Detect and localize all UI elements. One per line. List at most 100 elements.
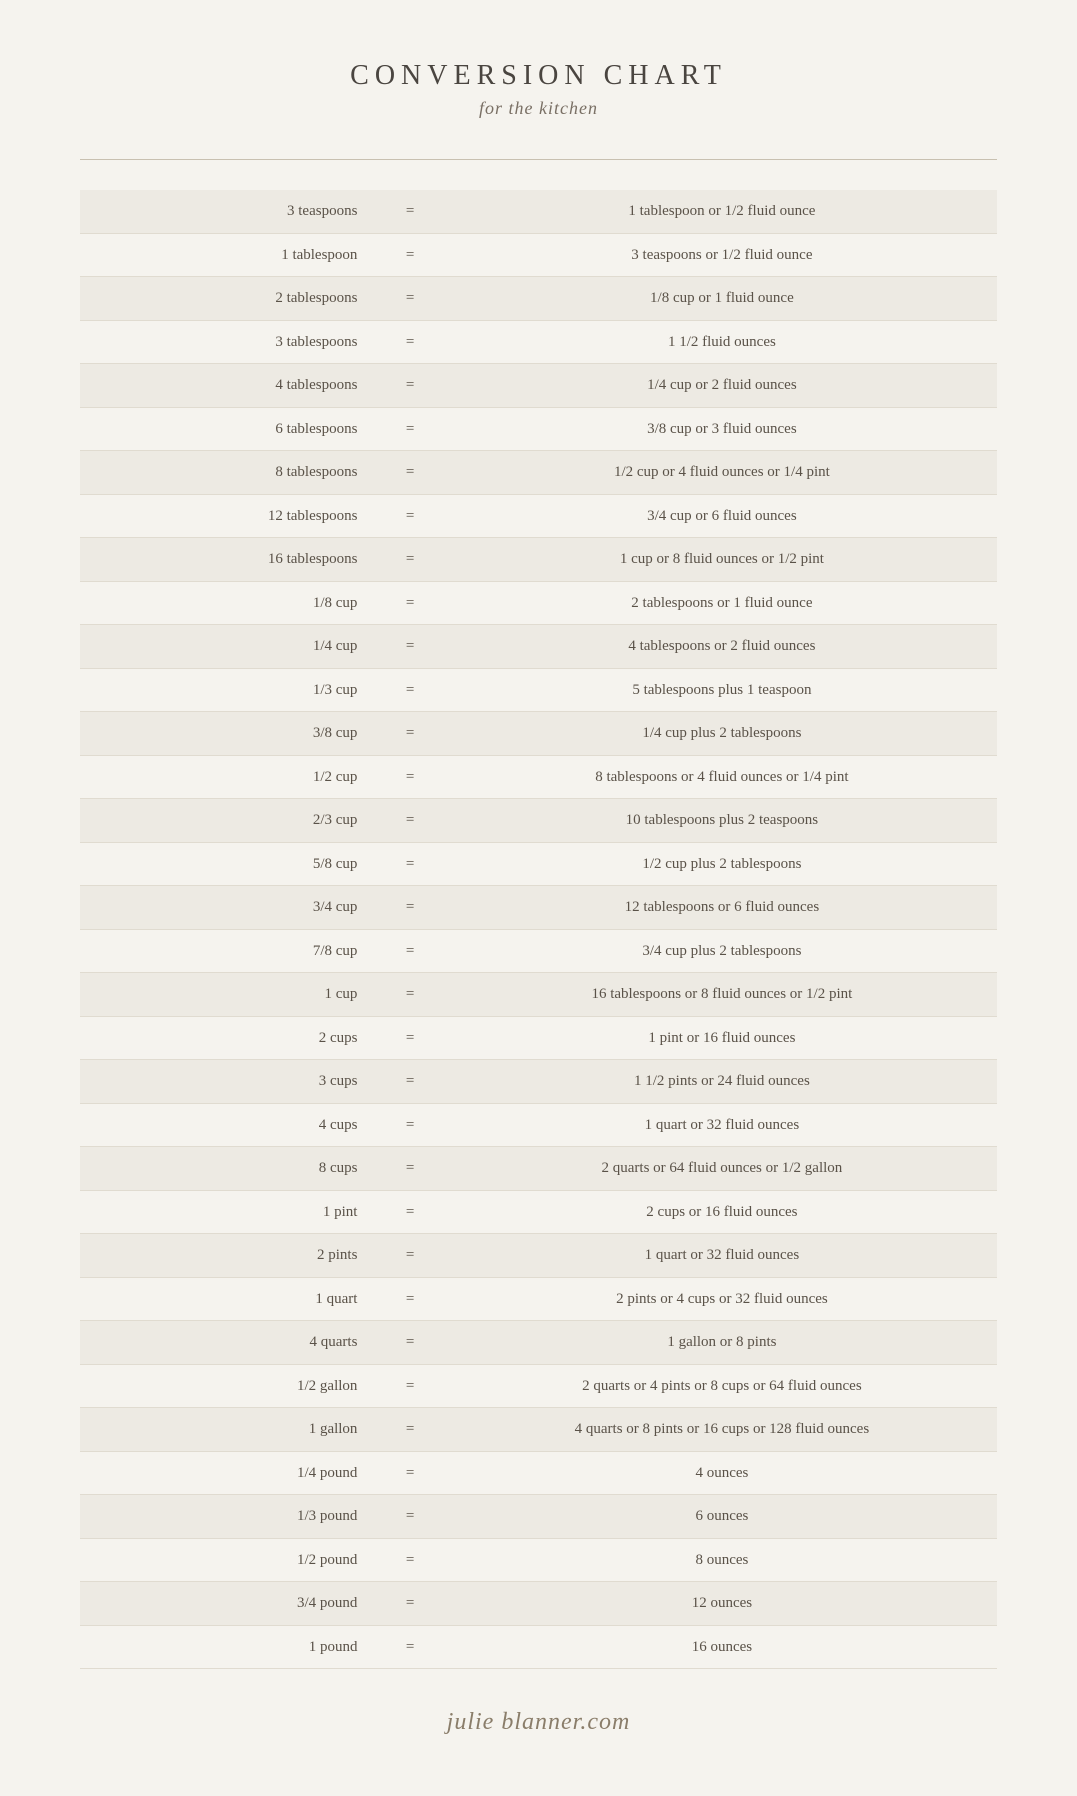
table-row: 2 cups=1 pint or 16 fluid ounces	[80, 1016, 997, 1060]
cell-equals: =	[373, 886, 446, 930]
cell-right: 4 quarts or 8 pints or 16 cups or 128 fl…	[447, 1408, 997, 1452]
table-row: 1/2 gallon=2 quarts or 4 pints or 8 cups…	[80, 1364, 997, 1408]
cell-equals: =	[373, 755, 446, 799]
table-row: 1/4 cup=4 tablespoons or 2 fluid ounces	[80, 625, 997, 669]
table-row: 3 cups=1 1/2 pints or 24 fluid ounces	[80, 1060, 997, 1104]
cell-right: 4 ounces	[447, 1451, 997, 1495]
cell-right: 4 tablespoons or 2 fluid ounces	[447, 625, 997, 669]
cell-right: 1 quart or 32 fluid ounces	[447, 1103, 997, 1147]
cell-left: 1 tablespoon	[80, 233, 373, 277]
cell-equals: =	[373, 407, 446, 451]
table-row: 1 quart=2 pints or 4 cups or 32 fluid ou…	[80, 1277, 997, 1321]
cell-right: 1 cup or 8 fluid ounces or 1/2 pint	[447, 538, 997, 582]
table-row: 1 pint=2 cups or 16 fluid ounces	[80, 1190, 997, 1234]
table-row: 1/3 cup=5 tablespoons plus 1 teaspoon	[80, 668, 997, 712]
cell-equals: =	[373, 842, 446, 886]
cell-equals: =	[373, 1451, 446, 1495]
cell-left: 1/2 pound	[80, 1538, 373, 1582]
table-row: 3 tablespoons=1 1/2 fluid ounces	[80, 320, 997, 364]
table-row: 1/3 pound=6 ounces	[80, 1495, 997, 1539]
cell-equals: =	[373, 1321, 446, 1365]
table-row: 12 tablespoons=3/4 cup or 6 fluid ounces	[80, 494, 997, 538]
cell-right: 1/2 cup plus 2 tablespoons	[447, 842, 997, 886]
cell-right: 1 tablespoon or 1/2 fluid ounce	[447, 190, 997, 233]
cell-left: 3 teaspoons	[80, 190, 373, 233]
cell-right: 2 cups or 16 fluid ounces	[447, 1190, 997, 1234]
cell-left: 8 cups	[80, 1147, 373, 1191]
cell-left: 2 pints	[80, 1234, 373, 1278]
conversion-table: 3 teaspoons=1 tablespoon or 1/2 fluid ou…	[80, 190, 997, 1669]
table-row: 2 pints=1 quart or 32 fluid ounces	[80, 1234, 997, 1278]
table-row: 3/4 pound=12 ounces	[80, 1582, 997, 1626]
table-row: 1/2 pound=8 ounces	[80, 1538, 997, 1582]
cell-right: 16 ounces	[447, 1625, 997, 1669]
cell-equals: =	[373, 233, 446, 277]
cell-equals: =	[373, 364, 446, 408]
footer: julie blanner.com	[80, 1709, 997, 1736]
cell-right: 12 tablespoons or 6 fluid ounces	[447, 886, 997, 930]
cell-right: 1/4 cup plus 2 tablespoons	[447, 712, 997, 756]
table-row: 8 tablespoons=1/2 cup or 4 fluid ounces …	[80, 451, 997, 495]
cell-left: 1/2 gallon	[80, 1364, 373, 1408]
cell-equals: =	[373, 538, 446, 582]
table-row: 2 tablespoons=1/8 cup or 1 fluid ounce	[80, 277, 997, 321]
cell-right: 1/8 cup or 1 fluid ounce	[447, 277, 997, 321]
cell-left: 1/2 cup	[80, 755, 373, 799]
cell-left: 2/3 cup	[80, 799, 373, 843]
cell-equals: =	[373, 1190, 446, 1234]
cell-right: 1 pint or 16 fluid ounces	[447, 1016, 997, 1060]
cell-left: 3 cups	[80, 1060, 373, 1104]
subtitle: for the kitchen	[80, 98, 997, 119]
cell-left: 3/4 cup	[80, 886, 373, 930]
cell-equals: =	[373, 277, 446, 321]
cell-left: 3/4 pound	[80, 1582, 373, 1626]
cell-equals: =	[373, 712, 446, 756]
cell-right: 1/2 cup or 4 fluid ounces or 1/4 pint	[447, 451, 997, 495]
cell-equals: =	[373, 929, 446, 973]
cell-equals: =	[373, 1147, 446, 1191]
cell-left: 7/8 cup	[80, 929, 373, 973]
cell-right: 16 tablespoons or 8 fluid ounces or 1/2 …	[447, 973, 997, 1017]
cell-right: 10 tablespoons plus 2 teaspoons	[447, 799, 997, 843]
cell-equals: =	[373, 581, 446, 625]
table-row: 3/8 cup=1/4 cup plus 2 tablespoons	[80, 712, 997, 756]
table-row: 3 teaspoons=1 tablespoon or 1/2 fluid ou…	[80, 190, 997, 233]
cell-right: 3/4 cup plus 2 tablespoons	[447, 929, 997, 973]
table-row: 7/8 cup=3/4 cup plus 2 tablespoons	[80, 929, 997, 973]
cell-equals: =	[373, 1364, 446, 1408]
table-row: 1 gallon=4 quarts or 8 pints or 16 cups …	[80, 1408, 997, 1452]
cell-equals: =	[373, 799, 446, 843]
brand-name: julie blanner.com	[447, 1709, 631, 1735]
page-container: CONVERSION CHART for the kitchen 3 teasp…	[0, 0, 1077, 1796]
cell-right: 3/8 cup or 3 fluid ounces	[447, 407, 997, 451]
cell-left: 1 cup	[80, 973, 373, 1017]
cell-left: 12 tablespoons	[80, 494, 373, 538]
cell-right: 6 ounces	[447, 1495, 997, 1539]
cell-left: 1/3 pound	[80, 1495, 373, 1539]
cell-equals: =	[373, 320, 446, 364]
cell-equals: =	[373, 1625, 446, 1669]
cell-left: 4 quarts	[80, 1321, 373, 1365]
table-row: 1/8 cup=2 tablespoons or 1 fluid ounce	[80, 581, 997, 625]
cell-equals: =	[373, 1277, 446, 1321]
cell-equals: =	[373, 973, 446, 1017]
table-row: 1 tablespoon=3 teaspoons or 1/2 fluid ou…	[80, 233, 997, 277]
cell-left: 3 tablespoons	[80, 320, 373, 364]
cell-right: 2 quarts or 64 fluid ounces or 1/2 gallo…	[447, 1147, 997, 1191]
cell-left: 1 pound	[80, 1625, 373, 1669]
cell-right: 12 ounces	[447, 1582, 997, 1626]
main-title: CONVERSION CHART	[80, 60, 997, 92]
table-row: 4 tablespoons=1/4 cup or 2 fluid ounces	[80, 364, 997, 408]
cell-right: 1 1/2 pints or 24 fluid ounces	[447, 1060, 997, 1104]
cell-left: 1 gallon	[80, 1408, 373, 1452]
cell-right: 3 teaspoons or 1/2 fluid ounce	[447, 233, 997, 277]
cell-equals: =	[373, 625, 446, 669]
cell-left: 1/4 pound	[80, 1451, 373, 1495]
cell-left: 2 tablespoons	[80, 277, 373, 321]
header: CONVERSION CHART for the kitchen	[80, 60, 997, 119]
table-row: 4 cups=1 quart or 32 fluid ounces	[80, 1103, 997, 1147]
cell-equals: =	[373, 1234, 446, 1278]
table-row: 2/3 cup=10 tablespoons plus 2 teaspoons	[80, 799, 997, 843]
cell-right: 1/4 cup or 2 fluid ounces	[447, 364, 997, 408]
table-row: 16 tablespoons=1 cup or 8 fluid ounces o…	[80, 538, 997, 582]
